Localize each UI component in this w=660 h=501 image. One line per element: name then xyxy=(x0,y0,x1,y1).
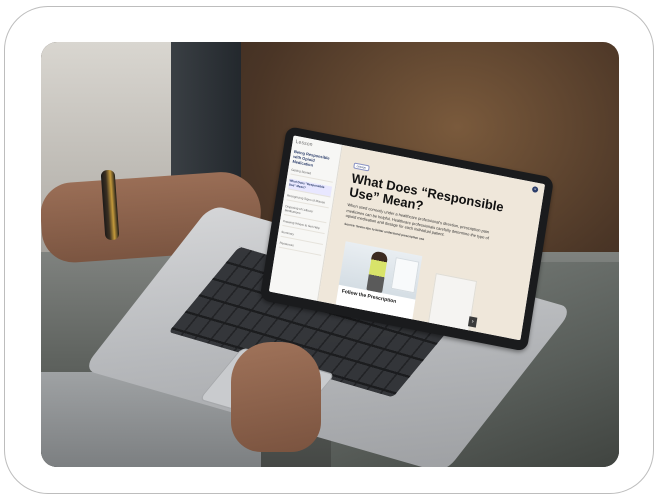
laptop-photo: Lesson Being Responsible with Opioid Med… xyxy=(41,42,619,467)
person-hand xyxy=(231,342,321,452)
lesson-content: × Lesson What Does “Responsible Use” Mea… xyxy=(318,144,546,341)
next-card-preview xyxy=(426,273,478,341)
chevron-right-icon[interactable]: › xyxy=(467,316,478,328)
close-icon[interactable]: × xyxy=(531,185,539,194)
laptop-screen: Lesson Being Responsible with Opioid Med… xyxy=(268,135,546,341)
image-window xyxy=(390,257,420,294)
image-person xyxy=(366,250,389,294)
